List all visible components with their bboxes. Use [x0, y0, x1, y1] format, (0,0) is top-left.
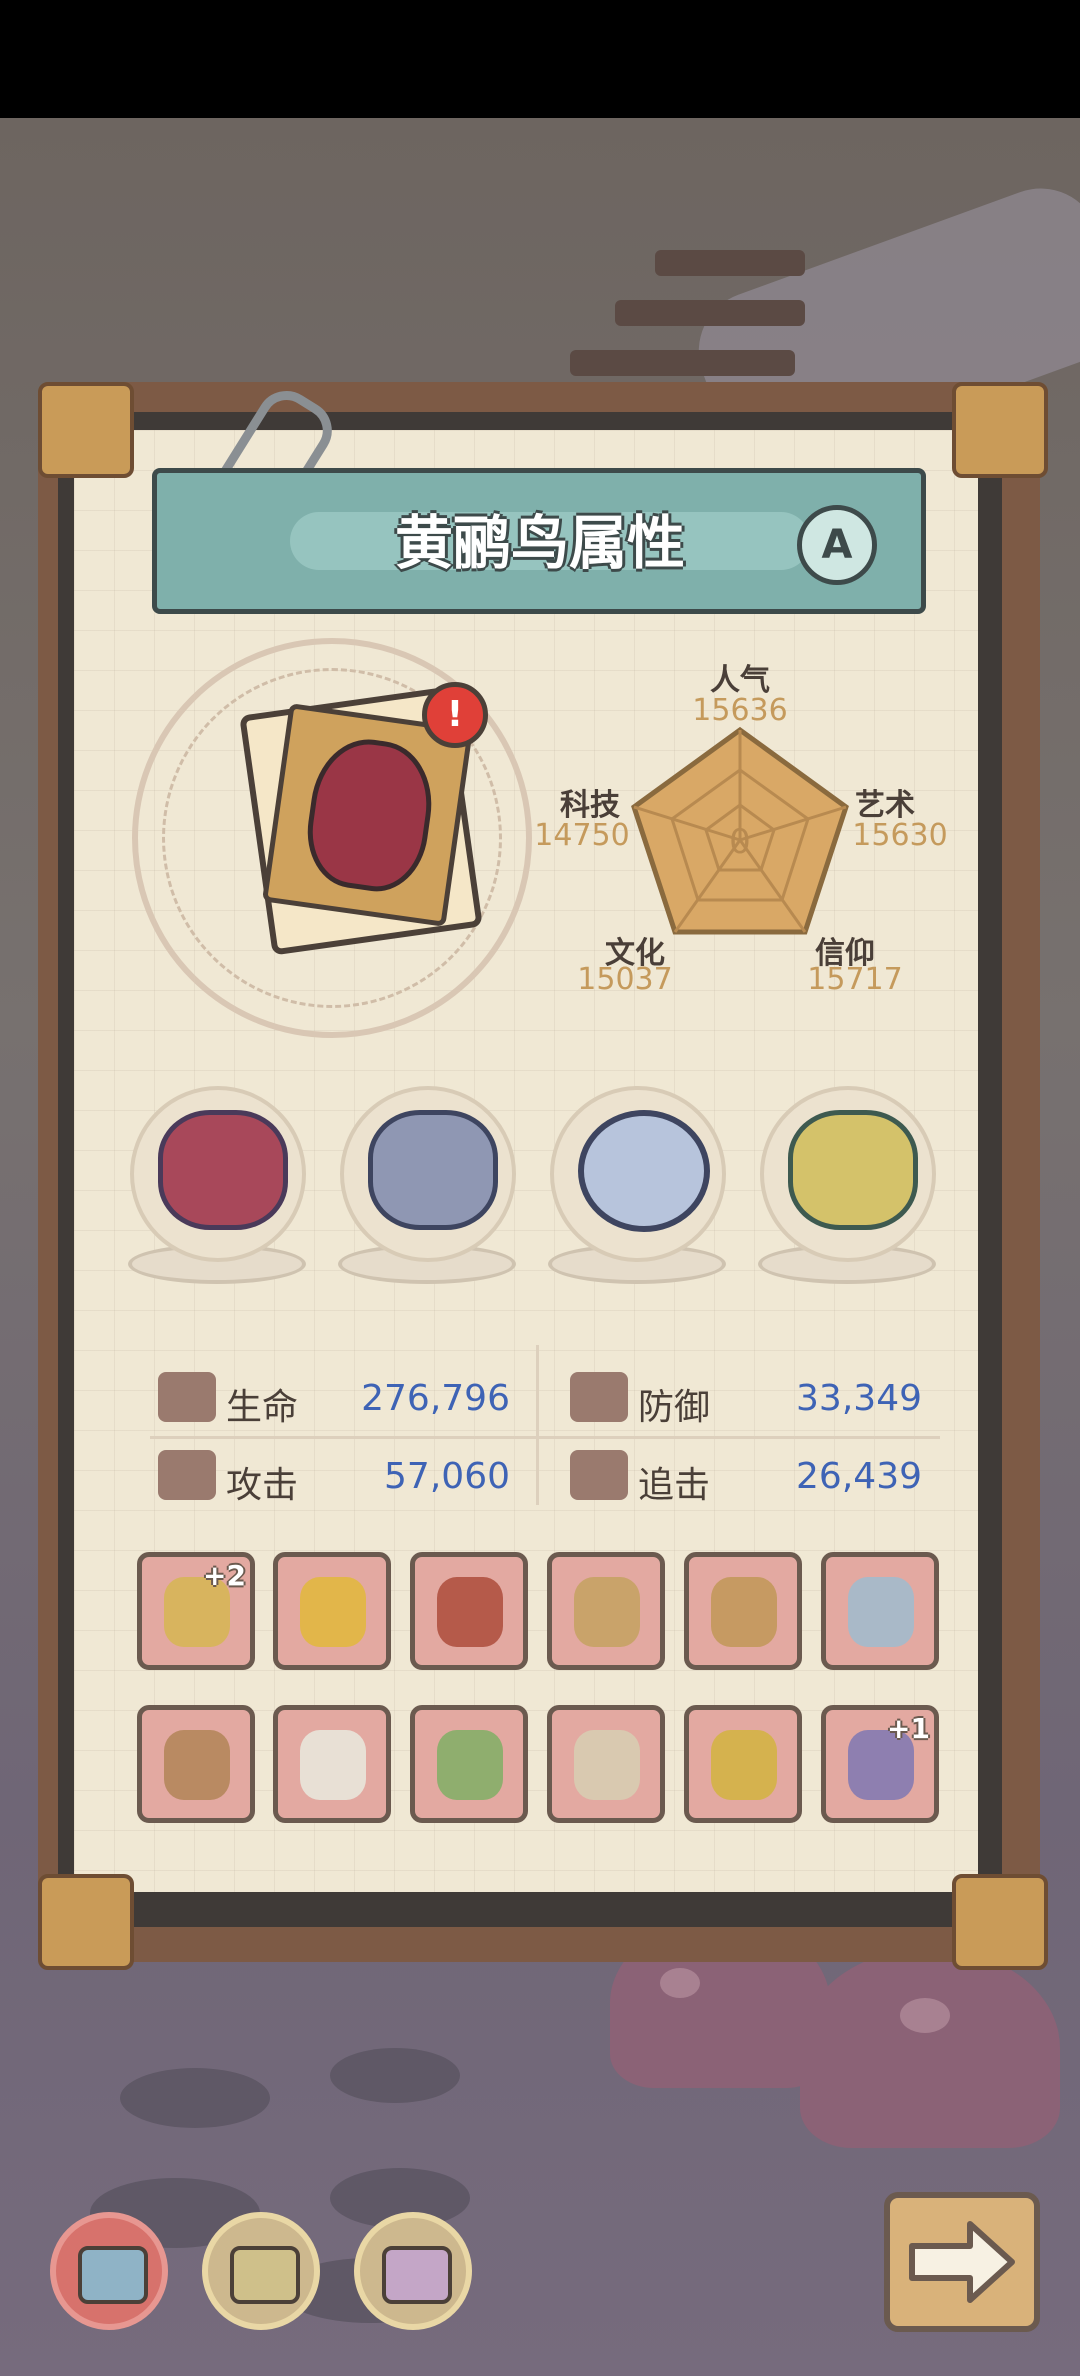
- robe-icon: [300, 1730, 366, 1800]
- skull-mace-icon: [711, 1577, 777, 1647]
- equip-slot-9[interactable]: [410, 1705, 528, 1823]
- stat-value-tech: 14750: [534, 818, 630, 853]
- nav-tab-2[interactable]: [202, 2212, 320, 2330]
- tab-3-icon: [382, 2246, 452, 2304]
- equip-slot-10[interactable]: [547, 1705, 665, 1823]
- stat-value-faith: 15717: [807, 962, 903, 997]
- attr-value-defense: 33,349: [796, 1378, 922, 1419]
- equip-slot-7[interactable]: [137, 1705, 255, 1823]
- equip-slot-4[interactable]: [547, 1552, 665, 1670]
- attr-value-attack: 57,060: [384, 1456, 510, 1497]
- corner-bracket: [952, 382, 1048, 478]
- upgrade-badge: +1: [887, 1712, 930, 1745]
- next-button[interactable]: [884, 2192, 1040, 2332]
- sword-icon: [848, 1577, 914, 1647]
- tab-1-icon: [78, 2246, 148, 2304]
- health-icon: [158, 1372, 216, 1422]
- hammer-icon: [437, 1730, 503, 1800]
- attr-label-defense: 防御: [638, 1387, 711, 1428]
- rocket-sword-icon: [437, 1577, 503, 1647]
- attr-divider: [536, 1345, 539, 1505]
- nav-tab-3[interactable]: [354, 2212, 472, 2330]
- golden-mace-icon: [300, 1577, 366, 1647]
- pants-icon: [574, 1730, 640, 1800]
- equip-slot-3[interactable]: [410, 1552, 528, 1670]
- stone-wing-icon: [368, 1110, 498, 1230]
- status-bar: [0, 0, 1080, 118]
- equip-slot-5[interactable]: [684, 1552, 802, 1670]
- upgrade-badge: +2: [203, 1559, 246, 1592]
- armor-icon: [574, 1577, 640, 1647]
- attr-label-attack: 攻击: [226, 1465, 299, 1506]
- page-title: 黄鹂鸟属性: [394, 509, 685, 577]
- thorn-orb-icon: [158, 1110, 288, 1230]
- nav-tab-1[interactable]: [50, 2212, 168, 2330]
- equip-slot-8[interactable]: [273, 1705, 391, 1823]
- pursuit-icon: [570, 1450, 628, 1500]
- stat-value-art: 15630: [852, 818, 948, 853]
- corner-bracket: [38, 1874, 134, 1970]
- attr-divider: [150, 1436, 940, 1439]
- corner-bracket: [38, 382, 134, 478]
- attr-value-health: 276,796: [361, 1378, 510, 1419]
- radar-center-value: 0: [729, 822, 751, 862]
- equip-slot-2[interactable]: [273, 1552, 391, 1670]
- alert-icon[interactable]: !: [422, 682, 488, 748]
- corner-bracket: [952, 1874, 1048, 1970]
- equip-slot-12[interactable]: +1: [821, 1705, 939, 1823]
- radar-chart: 0: [631, 726, 849, 935]
- flame-brazier-icon: [788, 1110, 918, 1230]
- equip-slot-1[interactable]: +2: [137, 1552, 255, 1670]
- equip-slot-6[interactable]: [821, 1552, 939, 1670]
- stat-value-culture: 15037: [577, 962, 673, 997]
- bow-icon: [164, 1730, 230, 1800]
- crown-icon: [711, 1730, 777, 1800]
- attr-label-pursuit: 追击: [638, 1465, 711, 1506]
- equip-slot-11[interactable]: [684, 1705, 802, 1823]
- compass-icon: [578, 1110, 710, 1232]
- attr-label-health: 生命: [226, 1387, 299, 1428]
- grade-badge[interactable]: A: [797, 505, 877, 585]
- arrow-right-icon: [909, 2221, 1015, 2303]
- attack-icon: [158, 1450, 216, 1500]
- attr-value-pursuit: 26,439: [796, 1456, 922, 1497]
- stat-value-popularity: 15636: [692, 693, 788, 728]
- tab-2-icon: [230, 2246, 300, 2304]
- defense-icon: [570, 1372, 628, 1422]
